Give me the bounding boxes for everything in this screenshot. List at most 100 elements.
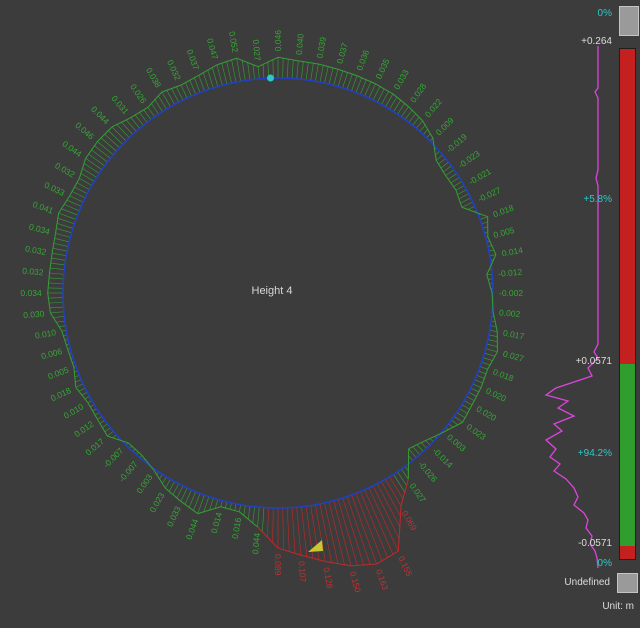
deviation-hatch-line xyxy=(456,412,466,419)
deviation-label: 0.044 xyxy=(89,104,111,126)
deviation-hatch-line xyxy=(416,444,424,452)
deviation-label: 0.030 xyxy=(23,308,45,320)
deviation-label: 0.014 xyxy=(209,511,224,534)
deviation-hatch-line xyxy=(139,112,148,123)
deviation-hatch-line xyxy=(448,173,457,180)
deviation-hatch-line xyxy=(243,505,246,516)
deviation-hatch-line xyxy=(482,226,489,229)
deviation-hatch-line xyxy=(52,247,68,252)
deviation-label: -0.026 xyxy=(416,459,439,484)
deviation-hatch-line xyxy=(438,158,446,165)
scale-undefined-label: Undefined xyxy=(564,577,610,588)
deviation-label: 0.018 xyxy=(492,203,516,220)
deviation-label: -0.012 xyxy=(498,267,523,279)
deviation-hatch-line xyxy=(481,221,488,225)
deviation-hatch-line xyxy=(412,446,420,455)
deviation-hatch-line xyxy=(239,504,241,512)
deviation-hatch-line xyxy=(197,494,205,514)
deviation-hatch-line xyxy=(48,302,64,304)
deviation-hatch-line xyxy=(53,316,65,318)
deviation-hatch-line xyxy=(88,153,105,167)
profile-segment xyxy=(69,178,80,197)
deviation-hatch-line xyxy=(466,396,475,402)
deviation-hatch-line xyxy=(252,64,255,80)
deviation-hatch-line xyxy=(393,474,406,493)
deviation-hatch-line xyxy=(377,88,385,103)
deviation-hatch-line xyxy=(488,249,495,252)
deviation-hatch-line xyxy=(315,504,326,562)
deviation-hatch-line xyxy=(85,158,103,170)
deviation-hatch-line xyxy=(180,487,188,502)
deviation-hatch-line xyxy=(267,507,269,538)
deviation-hatch-line xyxy=(48,282,64,284)
deviation-hatch-line xyxy=(55,320,65,323)
deviation-hatch-line xyxy=(257,66,260,79)
scale-undefined-swatch[interactable] xyxy=(617,573,638,593)
deviation-hatch-line xyxy=(193,77,201,93)
deviation-hatch-line xyxy=(226,61,232,84)
deviation-label: 0.010 xyxy=(62,401,86,420)
deviation-hatch-line xyxy=(458,193,469,199)
deviation-hatch-line xyxy=(172,483,179,496)
deviation-hatch-line xyxy=(476,374,485,379)
deviation-hatch-line xyxy=(453,181,462,187)
deviation-label: 0.035 xyxy=(374,57,392,81)
start-marker[interactable] xyxy=(267,74,274,82)
profile-segment xyxy=(58,195,71,214)
deviation-hatch-line xyxy=(328,67,334,85)
deviation-hatch-line xyxy=(53,242,69,247)
deviation-hatch-line xyxy=(50,262,65,266)
deviation-hatch-line xyxy=(486,343,498,348)
deviation-hatch-line xyxy=(211,67,219,87)
deviation-label: 0.023 xyxy=(465,422,488,443)
datum-marker[interactable] xyxy=(308,540,323,552)
deviation-hatch-line xyxy=(83,163,100,174)
profile-segment xyxy=(97,126,113,142)
color-scale-bar[interactable] xyxy=(619,48,636,560)
deviation-hatch-line xyxy=(287,58,289,79)
deviation-hatch-line xyxy=(310,62,314,81)
deviation-hatch-line xyxy=(74,374,80,378)
deviation-hatch-line xyxy=(203,496,210,513)
profile-segment xyxy=(147,91,163,108)
deviation-label: 0.016 xyxy=(230,517,244,540)
deviation-label: 0.044 xyxy=(60,139,83,160)
profile-segment xyxy=(325,560,352,567)
deviation-hatch-line xyxy=(185,82,192,97)
deviation-label: 0.028 xyxy=(408,81,429,104)
profile-segment xyxy=(78,158,87,179)
scale-top-swatch[interactable] xyxy=(619,6,639,36)
color-scale-segment xyxy=(620,49,635,364)
deviation-hatch-line xyxy=(482,357,493,361)
deviation-label: 0.027 xyxy=(251,39,263,61)
deviation-hatch-line xyxy=(104,133,120,148)
deviation-hatch-line xyxy=(479,366,488,370)
profile-segment xyxy=(141,454,155,471)
deviation-hatch-line xyxy=(55,233,71,238)
deviation-hatch-line xyxy=(301,61,304,80)
deviation-hatch-line xyxy=(56,228,72,234)
deviation-hatch-line xyxy=(184,489,192,505)
color-scale-segment xyxy=(620,546,635,559)
polar-deviation-plot[interactable]: 0.046 0.040 0.039 0.037 0.036 0.035 0.0330.028… xyxy=(0,0,640,628)
deviation-hatch-line xyxy=(393,99,402,112)
deviation-hatch-line xyxy=(485,348,498,353)
profile-segment xyxy=(351,563,377,567)
deviation-hatch-line xyxy=(468,392,477,397)
deviation-hatch-line xyxy=(229,502,232,510)
deviation-hatch-line xyxy=(443,165,452,172)
deviation-hatch-line xyxy=(241,60,246,81)
deviation-label: 0.006 xyxy=(40,346,63,361)
deviation-hatch-line xyxy=(116,124,130,138)
deviation-hatch-line xyxy=(225,501,228,509)
deviation-hatch-line xyxy=(189,79,197,95)
deviation-label: 0.003 xyxy=(445,432,468,454)
deviation-hatch-line xyxy=(401,106,409,118)
profile-segment xyxy=(471,387,482,406)
deviation-hatch-line xyxy=(450,177,460,184)
deviation-label: 0.020 xyxy=(475,404,499,423)
deviation-hatch-line xyxy=(262,507,265,533)
deviation-hatch-line xyxy=(421,442,427,449)
deviation-hatch-line xyxy=(397,103,406,115)
deviation-label: 0.027 xyxy=(408,481,429,504)
